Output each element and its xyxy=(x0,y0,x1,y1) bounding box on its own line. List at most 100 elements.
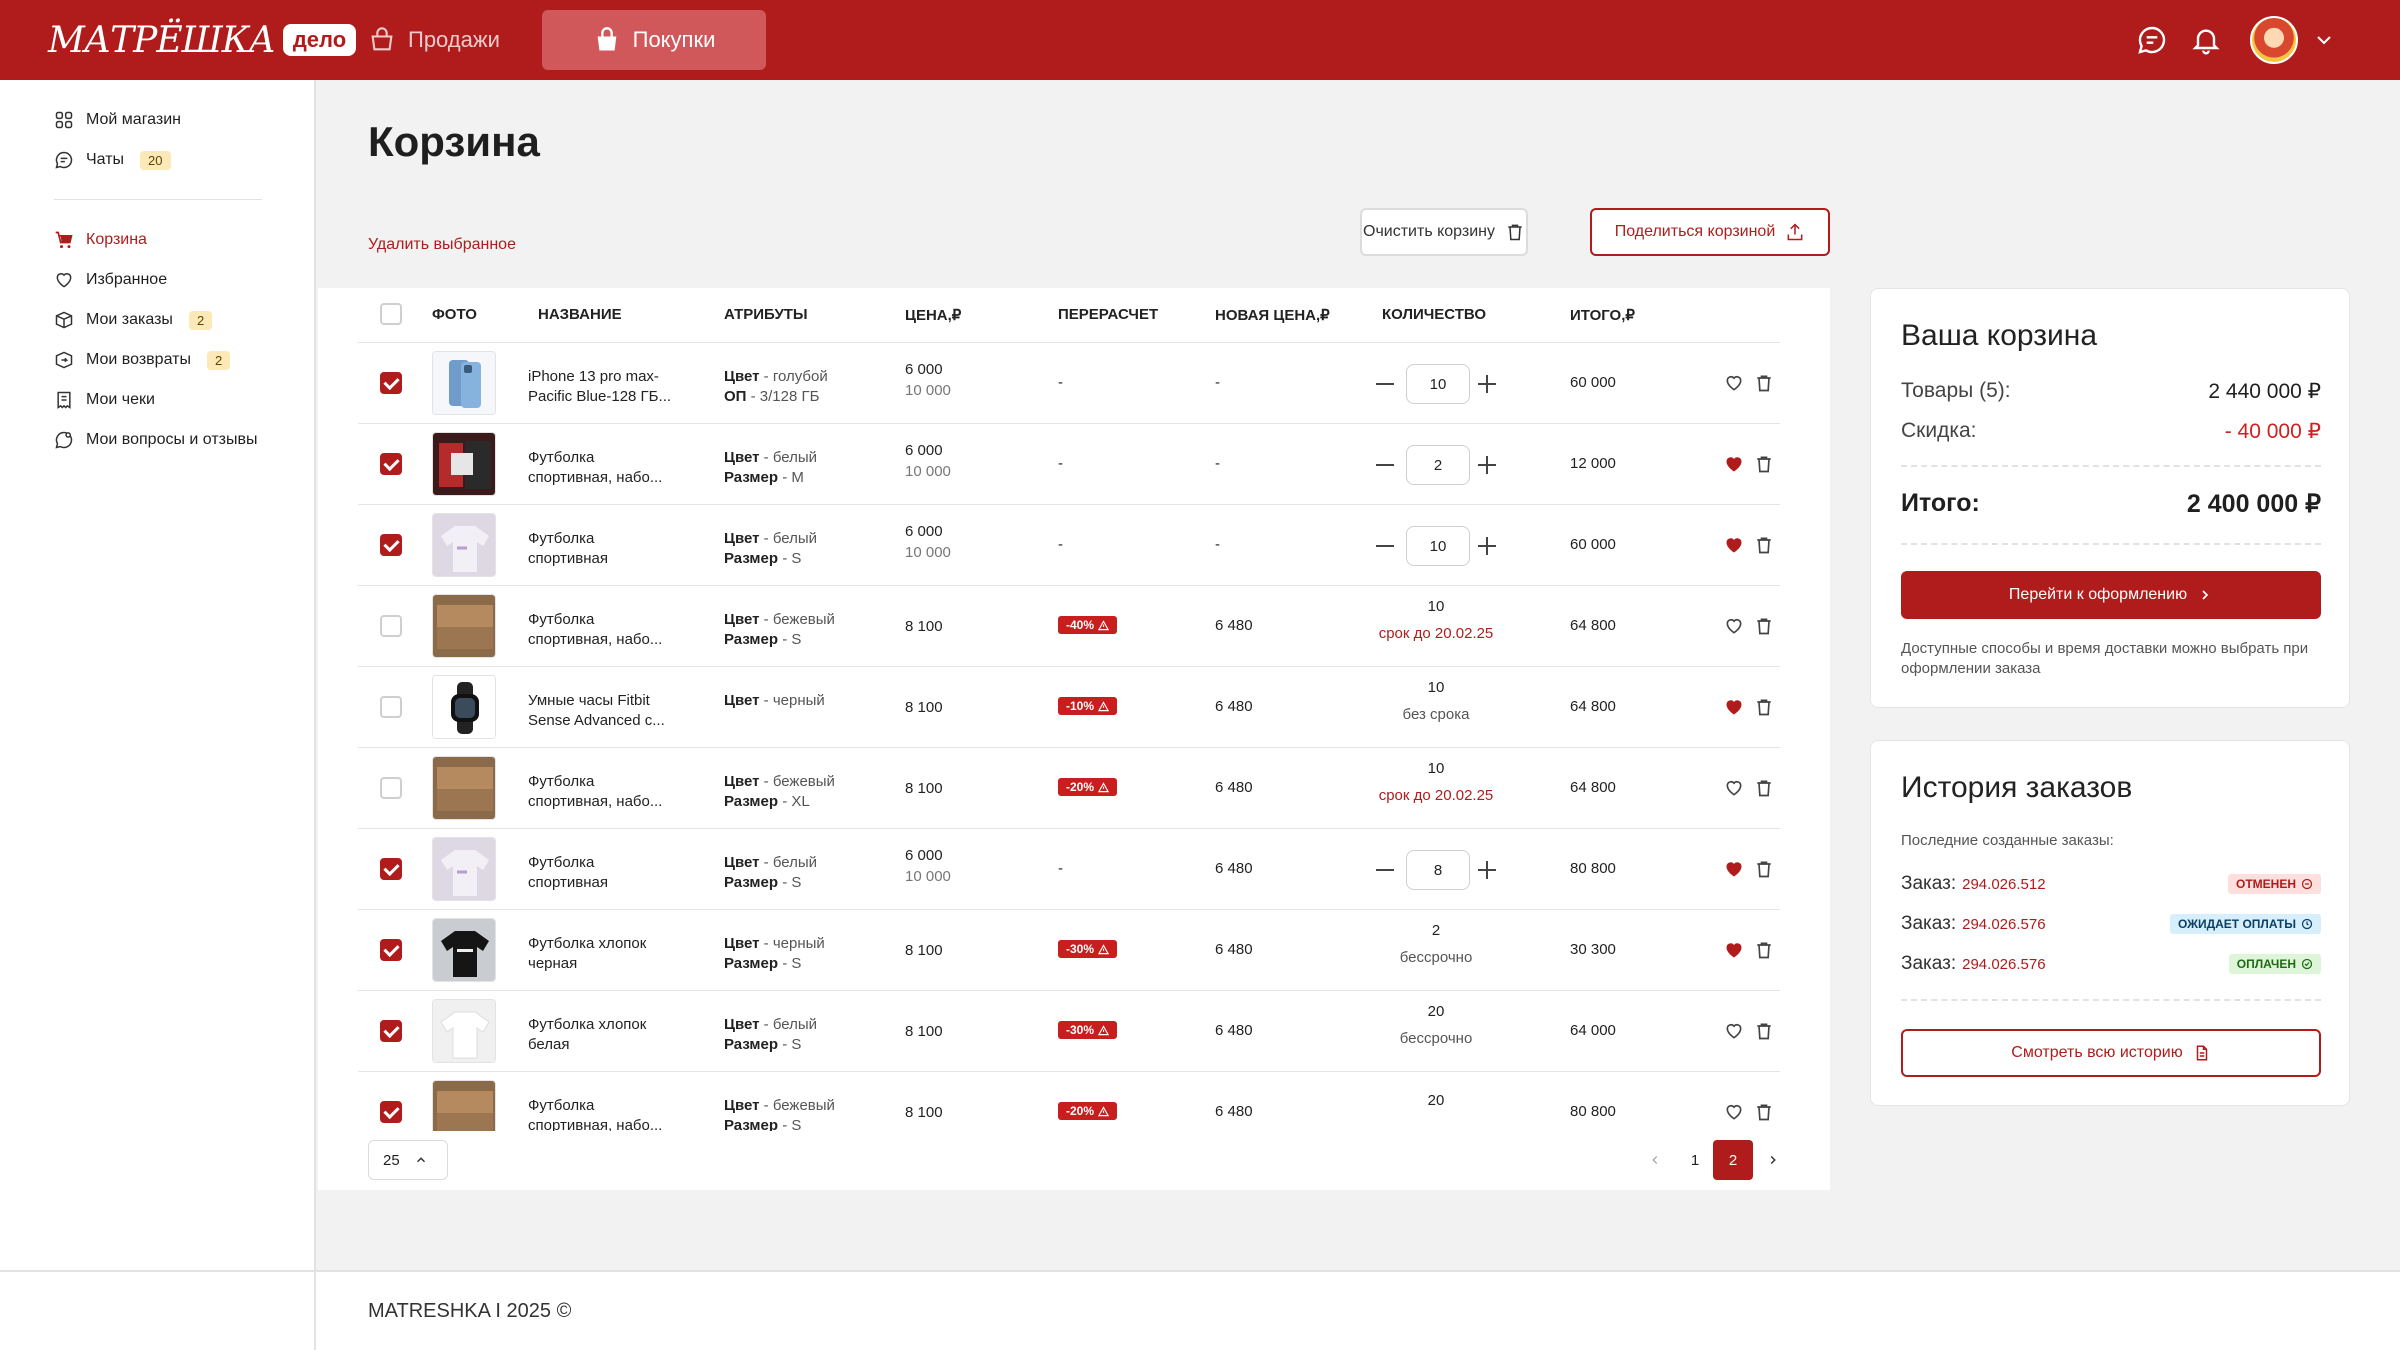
order-number[interactable]: 294.026.576 xyxy=(1962,916,2045,933)
row-checkbox[interactable] xyxy=(380,858,402,880)
clear-cart-button[interactable]: Очистить корзину xyxy=(1360,208,1528,256)
trash-icon[interactable] xyxy=(1754,534,1774,556)
logo[interactable]: МАТРЁШКА дело xyxy=(48,20,357,61)
quantity-input[interactable]: 8 xyxy=(1406,850,1470,890)
order-number[interactable]: 294.026.576 xyxy=(1962,956,2045,973)
product-photo[interactable] xyxy=(432,999,496,1063)
heart-filled-icon[interactable] xyxy=(1724,940,1744,960)
product-photo[interactable] xyxy=(432,1080,496,1131)
row-checkbox[interactable] xyxy=(380,1020,402,1042)
row-checkbox[interactable] xyxy=(380,534,402,556)
minus-icon[interactable] xyxy=(1376,383,1394,385)
chevron-right-icon xyxy=(2202,590,2209,600)
price-cell: 8 100 xyxy=(905,699,943,716)
quantity-input[interactable]: 2 xyxy=(1406,445,1470,485)
plus-icon[interactable] xyxy=(1486,861,1488,879)
select-all-checkbox[interactable] xyxy=(380,303,402,325)
product-photo[interactable] xyxy=(432,837,496,901)
chat-icon[interactable] xyxy=(2136,24,2168,56)
row-checkbox[interactable] xyxy=(380,777,402,799)
page-button[interactable]: 1 xyxy=(1680,1140,1710,1180)
page-size-select[interactable]: 25 xyxy=(368,1140,448,1180)
product-photo[interactable] xyxy=(432,918,496,982)
footer-sidebar-area xyxy=(0,1272,316,1350)
product-name[interactable]: Футболка спортивная, набо... xyxy=(528,1096,678,1131)
quantity-input[interactable]: 10 xyxy=(1406,364,1470,404)
product-photo[interactable] xyxy=(432,432,496,496)
sidebar-item-chats[interactable]: Чаты 20 xyxy=(54,147,171,173)
heart-filled-icon[interactable] xyxy=(1724,859,1744,879)
heart-icon[interactable] xyxy=(1724,1102,1744,1122)
recalc-cell: - xyxy=(1058,455,1063,472)
trash-icon[interactable] xyxy=(1754,453,1774,475)
trash-icon[interactable] xyxy=(1754,615,1774,637)
row-checkbox[interactable] xyxy=(380,453,402,475)
tab-sales[interactable]: Продажи xyxy=(340,10,528,70)
product-photo[interactable] xyxy=(432,675,496,739)
bell-icon[interactable] xyxy=(2190,24,2222,56)
product-photo[interactable] xyxy=(432,513,496,577)
heart-filled-icon[interactable] xyxy=(1724,535,1744,555)
product-name[interactable]: Футболка спортивная, набо... xyxy=(528,610,678,652)
row-checkbox[interactable] xyxy=(380,372,402,394)
product-photo[interactable] xyxy=(432,594,496,658)
sidebar-item-questions-reviews[interactable]: Мои вопросы и отзывы xyxy=(54,427,258,453)
avatar[interactable] xyxy=(2250,16,2298,64)
product-photo[interactable] xyxy=(432,756,496,820)
trash-icon[interactable] xyxy=(1754,696,1774,718)
trash-icon[interactable] xyxy=(1754,372,1774,394)
heart-icon[interactable] xyxy=(1724,1021,1744,1041)
minus-icon[interactable] xyxy=(1376,464,1394,466)
quantity-input[interactable]: 10 xyxy=(1406,526,1470,566)
trash-icon[interactable] xyxy=(1754,1101,1774,1123)
minus-icon[interactable] xyxy=(1376,545,1394,547)
sidebar-item-receipts[interactable]: Мои чеки xyxy=(54,387,155,413)
product-name[interactable]: Футболка хлопок черная xyxy=(528,934,678,976)
order-number[interactable]: 294.026.512 xyxy=(1962,876,2045,893)
row-checkbox[interactable] xyxy=(380,939,402,961)
order-row[interactable]: Заказ: 294.026.512 ОТМЕНЕН xyxy=(1901,873,2321,895)
sidebar-item-favorites[interactable]: Избранное xyxy=(54,267,167,293)
heart-filled-icon[interactable] xyxy=(1724,454,1744,474)
heart-icon[interactable] xyxy=(1724,778,1744,798)
row-checkbox[interactable] xyxy=(380,615,402,637)
sidebar-item-my-shop[interactable]: Мой магазин xyxy=(54,107,181,133)
plus-icon[interactable] xyxy=(1486,375,1488,393)
page-button-current[interactable]: 2 xyxy=(1713,1140,1753,1180)
product-name[interactable]: Футболка спортивная xyxy=(528,529,678,571)
heart-icon[interactable] xyxy=(1724,373,1744,393)
prev-page-button[interactable] xyxy=(1640,1140,1670,1180)
product-name[interactable]: Футболка хлопок белая xyxy=(528,1015,678,1057)
row-checkbox[interactable] xyxy=(380,1101,402,1123)
heart-filled-icon[interactable] xyxy=(1724,697,1744,717)
product-name[interactable]: Футболка спортивная, набо... xyxy=(528,772,678,814)
delete-selected-link[interactable]: Удалить выбранное xyxy=(368,236,516,254)
product-name[interactable]: Умные часы Fitbit Sense Advanced с... xyxy=(528,691,678,733)
sidebar-item-cart[interactable]: Корзина xyxy=(54,227,147,253)
checkout-button[interactable]: Перейти к оформлению xyxy=(1901,571,2321,619)
product-name[interactable]: iPhone 13 pro max-Pacific Blue-128 ГБ... xyxy=(528,367,678,409)
next-page-button[interactable] xyxy=(1758,1140,1788,1180)
trash-icon[interactable] xyxy=(1754,858,1774,880)
heart-icon[interactable] xyxy=(1724,616,1744,636)
trash-icon[interactable] xyxy=(1754,1020,1774,1042)
order-row[interactable]: Заказ: 294.026.576 ОПЛАЧЕН xyxy=(1901,953,2321,975)
product-name[interactable]: Футболка спортивная, набо... xyxy=(528,448,678,490)
divider xyxy=(1901,543,2321,545)
product-name[interactable]: Футболка спортивная xyxy=(528,853,678,895)
view-all-history-button[interactable]: Смотреть всю историю xyxy=(1901,1029,2321,1077)
trash-icon[interactable] xyxy=(1754,939,1774,961)
sidebar-item-returns[interactable]: Мои возвраты 2 xyxy=(54,347,231,373)
minus-icon[interactable] xyxy=(1376,869,1394,871)
new-price: - xyxy=(1215,455,1220,472)
order-row[interactable]: Заказ: 294.026.576 ОЖИДАЕТ ОПЛАТЫ xyxy=(1901,913,2321,935)
sidebar-item-orders[interactable]: Мои заказы 2 xyxy=(54,307,213,333)
trash-icon[interactable] xyxy=(1754,777,1774,799)
share-cart-button[interactable]: Поделиться корзиной xyxy=(1590,208,1830,256)
tab-purchases[interactable]: Покупки xyxy=(542,10,766,70)
plus-icon[interactable] xyxy=(1486,456,1488,474)
row-checkbox[interactable] xyxy=(380,696,402,718)
chevron-down-icon[interactable] xyxy=(2312,28,2336,52)
product-photo[interactable] xyxy=(432,351,496,415)
plus-icon[interactable] xyxy=(1486,537,1488,555)
